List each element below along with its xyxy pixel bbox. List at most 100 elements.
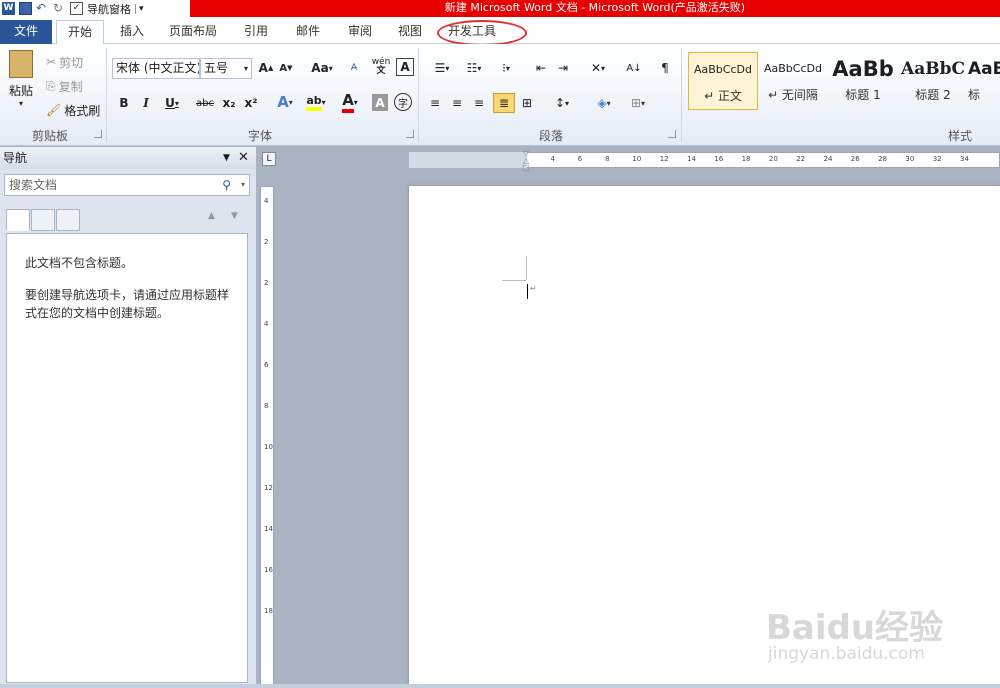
pages-view-tab[interactable] xyxy=(31,209,55,231)
tab-page-layout[interactable]: 页面布局 xyxy=(160,20,226,44)
style-heading-2[interactable]: AaBbC 标题 2 xyxy=(898,52,968,110)
cut-button[interactable]: ✂ 剪切 xyxy=(46,54,83,70)
style-title[interactable]: AaB 标 xyxy=(968,52,1000,110)
ruler-tick-label: 34 xyxy=(960,155,969,163)
chevron-down-icon[interactable]: ▼ xyxy=(223,147,230,169)
ruler-tick-label: 4 xyxy=(264,197,269,205)
sort-icon[interactable]: A↓ xyxy=(624,58,644,78)
paragraph-launcher-icon[interactable] xyxy=(668,130,676,138)
strikethrough-button[interactable]: abc xyxy=(194,94,216,112)
char-border-button[interactable]: A xyxy=(396,58,414,76)
indent-marker-icon[interactable]: ▽ △ □ xyxy=(521,150,531,172)
quick-access-toolbar: W ↶ ↻ ✓ 导航窗格 ▾ xyxy=(0,0,144,17)
font-color-button[interactable]: A ▾ xyxy=(336,91,364,113)
ruler-tick-label: 32 xyxy=(932,155,942,163)
style-heading-1[interactable]: AaBb 标题 1 xyxy=(828,52,898,110)
ruler-tick-label: 2 xyxy=(264,279,269,287)
clipboard-icon xyxy=(9,50,33,78)
phonetic-guide-button[interactable]: wén 文 xyxy=(370,56,392,78)
tab-insert[interactable]: 插入 xyxy=(108,20,156,44)
save-icon[interactable] xyxy=(19,2,32,15)
margin-corner-mark xyxy=(526,256,527,280)
search-icon[interactable]: ⚲ xyxy=(222,175,231,195)
shading-icon[interactable]: ◈ ▾ xyxy=(590,94,618,112)
justify-icon[interactable]: ≣ xyxy=(493,93,515,113)
tab-review[interactable]: 审阅 xyxy=(336,20,384,44)
line-spacing-icon[interactable]: ↕ ▾ xyxy=(548,94,576,112)
results-view-tab[interactable] xyxy=(56,209,80,231)
tab-home[interactable]: 开始 xyxy=(56,20,104,45)
tab-mailings[interactable]: 邮件 xyxy=(284,20,332,44)
tab-selector-button[interactable]: L xyxy=(262,152,276,166)
ruler-tick-label: 18 xyxy=(264,607,273,615)
nav-up-icon[interactable]: ▲ xyxy=(208,211,215,221)
clear-format-icon[interactable]: A̶ xyxy=(344,59,364,77)
multilevel-list-icon[interactable]: ⁝ ▾ xyxy=(492,59,520,77)
ruler-tick-label: 26 xyxy=(850,155,860,163)
close-icon[interactable]: ✕ xyxy=(238,147,249,169)
group-divider xyxy=(681,48,682,142)
show-marks-icon[interactable]: ¶ xyxy=(656,59,674,77)
style-no-spacing[interactable]: AaBbCcDd ↵ 无间隔 xyxy=(758,52,828,110)
italic-button[interactable]: I xyxy=(138,94,154,112)
clipboard-launcher-icon[interactable] xyxy=(94,130,102,138)
chevron-down-icon[interactable]: ▾ xyxy=(241,175,245,195)
tab-view[interactable]: 视图 xyxy=(386,20,434,44)
format-painter-button[interactable]: 🖌 格式刷 xyxy=(46,102,100,118)
distribute-icon[interactable]: ⊞ xyxy=(518,94,536,112)
align-center-icon[interactable]: ≡ xyxy=(448,94,466,112)
ruler-tick-label: 4 xyxy=(550,155,555,163)
style-normal[interactable]: AaBbCcDd ↵ 正文 xyxy=(688,52,758,110)
undo-icon[interactable]: ↶ xyxy=(36,2,49,15)
vertical-ruler[interactable]: 4 2 2 4 6 8 10 12 14 16 18 xyxy=(260,186,274,688)
nav-down-icon[interactable]: ▼ xyxy=(231,211,238,221)
ruler-tick-label: 12 xyxy=(264,484,273,492)
superscript-button[interactable]: x² xyxy=(242,94,260,112)
ruler-tick-label: 6 xyxy=(264,361,269,369)
redo-icon[interactable]: ↻ xyxy=(53,2,66,15)
nav-search-input[interactable]: 搜索文档 ⚲ ▾ xyxy=(4,174,250,196)
borders-icon[interactable]: ⊞ ▾ xyxy=(624,94,652,112)
qat-customize-icon[interactable]: ▾ xyxy=(135,3,144,14)
developer-tab-highlight xyxy=(437,20,527,46)
bullets-icon[interactable]: ☰ ▾ xyxy=(428,59,456,77)
decrease-indent-icon[interactable]: ⇤ xyxy=(532,59,550,77)
tab-file[interactable]: 文件 xyxy=(0,20,52,44)
text-effects-button[interactable]: A ▾ xyxy=(272,92,298,112)
chinese-layout-icon[interactable]: ✕ ▾ xyxy=(584,59,612,77)
font-size-select[interactable]: 五号 ▾ xyxy=(200,58,252,79)
increase-indent-icon[interactable]: ⇥ xyxy=(554,59,572,77)
enclose-char-button[interactable]: 字 xyxy=(394,93,412,111)
nav-pane-checkbox-label: 导航窗格 xyxy=(87,2,131,16)
horizontal-ruler-margin xyxy=(409,152,527,168)
ruler-tick-label: 18 xyxy=(741,155,751,163)
nav-view-tabs xyxy=(6,209,81,231)
nav-pane-checkbox[interactable]: ✓ xyxy=(70,2,83,15)
subscript-button[interactable]: x₂ xyxy=(220,94,238,112)
tab-references[interactable]: 引用 xyxy=(232,20,280,44)
shrink-font-button[interactable]: A ▼ xyxy=(278,59,294,77)
numbering-icon[interactable]: ☷ ▾ xyxy=(460,59,488,77)
navigation-pane: 导航 ▼ ✕ 搜索文档 ⚲ ▾ ▲ ▼ 此文档不包含标题。 要创建导航选项卡，请… xyxy=(0,147,256,688)
char-shading-button[interactable]: A xyxy=(372,94,388,111)
headings-view-tab[interactable] xyxy=(6,209,30,231)
ruler-tick-label: 28 xyxy=(878,155,888,163)
highlight-button[interactable]: ab ▾ xyxy=(302,92,330,112)
bold-button[interactable]: B xyxy=(116,94,132,112)
ruler-tick-label: 2 xyxy=(264,238,269,246)
underline-button[interactable]: U ▾ xyxy=(160,94,184,112)
ruler-tick-label: 14 xyxy=(264,525,273,533)
change-case-button[interactable]: Aa ▾ xyxy=(308,59,336,77)
ribbon: 粘贴 ▾ ✂ 剪切 ⎘ 复制 🖌 格式刷 剪贴板 宋体 (中文正文) 五号 ▾ A ▲ A… xyxy=(0,44,1000,146)
font-name-select[interactable]: 宋体 (中文正文) xyxy=(112,58,200,79)
copy-icon: ⎘ xyxy=(46,78,56,93)
align-right-icon[interactable]: ≡ xyxy=(470,94,488,112)
nav-help-message: 要创建导航选项卡，请通过应用标题样式在您的文档中创建标题。 xyxy=(25,288,230,320)
grow-font-button[interactable]: A ▲ xyxy=(258,59,274,77)
paste-button[interactable]: 粘贴 ▾ xyxy=(4,50,38,108)
copy-button[interactable]: ⎘ 复制 xyxy=(46,78,83,94)
font-launcher-icon[interactable] xyxy=(406,130,414,138)
word-logo-icon: W xyxy=(2,2,15,15)
align-left-icon[interactable]: ≡ xyxy=(426,94,444,112)
nav-no-headings-message: 此文档不包含标题。 xyxy=(25,256,134,270)
